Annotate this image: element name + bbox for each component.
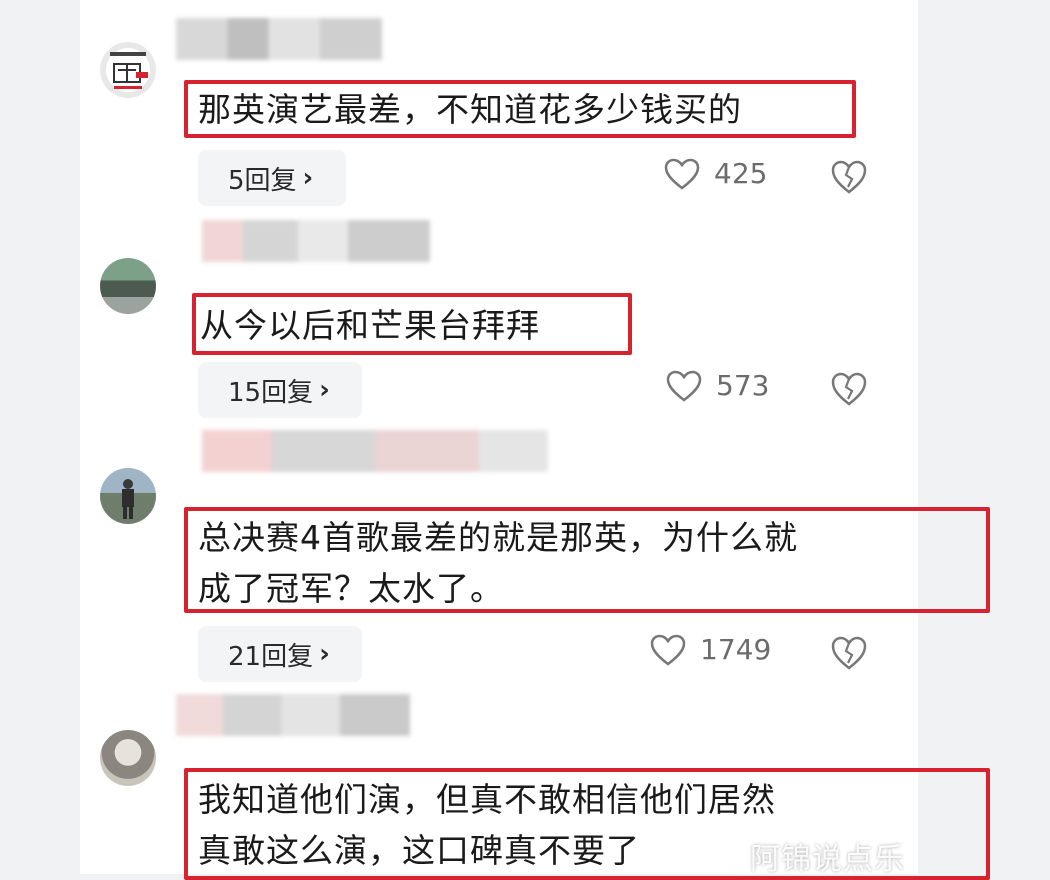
broken-heart-icon[interactable] bbox=[830, 158, 868, 196]
user-avatar[interactable] bbox=[100, 258, 156, 314]
broken-heart-icon[interactable] bbox=[830, 370, 868, 408]
username-blurred[interactable] bbox=[176, 18, 382, 60]
comment-text-line: 我知道他们演，但真不敢相信他们居然 bbox=[198, 780, 776, 819]
username-blurred[interactable] bbox=[202, 220, 430, 262]
like-count: 1749 bbox=[700, 633, 772, 666]
replies-label: 5回复 bbox=[228, 165, 297, 196]
chevron-right-icon: › bbox=[302, 163, 314, 193]
like-button[interactable]: 425 bbox=[664, 157, 767, 190]
chevron-right-icon: › bbox=[319, 375, 330, 405]
comment-list-panel: 那英演艺最差，不知道花多少钱买的 5回复 › 425 从今以后和芒果台拜拜 15… bbox=[80, 0, 990, 880]
user-avatar[interactable] bbox=[100, 42, 156, 98]
chevron-right-icon: › bbox=[319, 639, 330, 669]
user-avatar[interactable] bbox=[100, 730, 156, 786]
comment-text-line: 那英演艺最差，不知道花多少钱买的 bbox=[198, 90, 742, 129]
like-button[interactable]: 573 bbox=[666, 369, 769, 402]
like-count: 425 bbox=[714, 157, 768, 190]
replies-button[interactable]: 15回复 › bbox=[198, 362, 362, 418]
user-avatar[interactable] bbox=[100, 468, 156, 524]
heart-outline-icon bbox=[664, 158, 700, 190]
replies-button[interactable]: 21回复 › bbox=[198, 626, 362, 682]
username-blurred[interactable] bbox=[202, 430, 548, 472]
broken-heart-icon[interactable] bbox=[830, 634, 868, 672]
comment-text-line: 从今以后和芒果台拜拜 bbox=[200, 306, 540, 345]
like-count: 573 bbox=[716, 369, 770, 402]
like-button[interactable]: 1749 bbox=[650, 633, 771, 666]
comment-text-line: 成了冠军？太水了。 bbox=[198, 569, 504, 608]
replies-label: 21回复 bbox=[228, 641, 314, 672]
comment-text-line: 总决赛4首歌最差的就是那英，为什么就 bbox=[198, 518, 798, 557]
replies-button[interactable]: 5回复 › bbox=[198, 150, 346, 206]
heart-outline-icon bbox=[650, 634, 686, 666]
username-blurred[interactable] bbox=[176, 694, 410, 736]
watermark-text: 阿锦说点乐 bbox=[750, 842, 905, 877]
comment-text-line: 真敢这么演，这口碑真不要了 bbox=[198, 831, 640, 870]
replies-label: 15回复 bbox=[228, 377, 314, 408]
heart-outline-icon bbox=[666, 370, 702, 402]
